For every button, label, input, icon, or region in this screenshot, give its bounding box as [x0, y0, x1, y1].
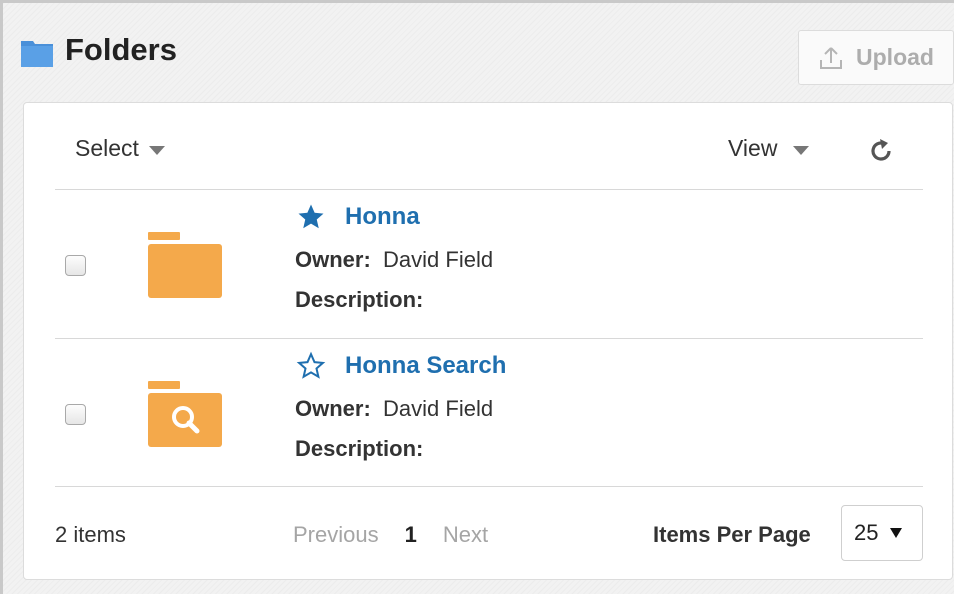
row-checkbox[interactable]	[65, 404, 86, 425]
star-outline-icon[interactable]	[296, 351, 326, 381]
toolbar: Select View	[24, 103, 952, 189]
description-label: Description:	[295, 436, 424, 461]
pagination-footer: 2 items Previous 1 Next Items Per Page 2…	[24, 487, 952, 581]
view-menu[interactable]: View	[728, 135, 810, 162]
current-page: 1	[404, 522, 417, 547]
folders-panel: Select View Honna Owner: David Field Des…	[23, 102, 953, 580]
owner-line: Owner: David Field	[295, 396, 493, 422]
star-filled-icon[interactable]	[296, 202, 326, 232]
description-line: Description:	[295, 436, 423, 462]
refresh-icon[interactable]	[867, 137, 895, 165]
owner-line: Owner: David Field	[295, 247, 493, 273]
items-per-page-select[interactable]: 25	[841, 505, 923, 561]
description-line: Description:	[295, 287, 423, 313]
folder-icon	[21, 41, 53, 67]
previous-page-button[interactable]: Previous	[293, 522, 379, 548]
row-checkbox[interactable]	[65, 255, 86, 276]
items-per-page-label: Items Per Page	[653, 522, 811, 547]
description-label: Description:	[295, 287, 424, 312]
page-header: Folders Upload	[21, 30, 954, 85]
select-label: Select	[75, 135, 139, 161]
upload-button[interactable]: Upload	[798, 30, 954, 85]
owner-label: Owner:	[295, 396, 371, 421]
next-page-button[interactable]: Next	[443, 522, 488, 548]
upload-label: Upload	[856, 44, 934, 70]
owner-value: David Field	[383, 247, 494, 272]
list-item: Honna Search Owner: David Field Descript…	[24, 339, 952, 487]
folder-icon	[148, 232, 222, 298]
upload-icon	[820, 46, 843, 69]
item-name-link[interactable]: Honna	[345, 203, 420, 231]
chevron-down-icon	[148, 146, 165, 155]
search-folder-icon	[148, 381, 222, 447]
chevron-down-icon	[890, 528, 903, 538]
view-label: View	[728, 135, 778, 161]
pager: Previous 1 Next	[293, 522, 488, 548]
list-item: Honna Owner: David Field Description:	[24, 190, 952, 338]
select-menu[interactable]: Select	[75, 135, 165, 162]
items-count: 2 items	[55, 522, 126, 547]
page-title: Folders	[65, 32, 177, 67]
owner-label: Owner:	[295, 247, 371, 272]
item-name-link[interactable]: Honna Search	[345, 352, 506, 380]
items-per-page-value: 25	[854, 520, 879, 545]
chevron-down-icon	[793, 146, 810, 155]
owner-value: David Field	[383, 396, 494, 421]
